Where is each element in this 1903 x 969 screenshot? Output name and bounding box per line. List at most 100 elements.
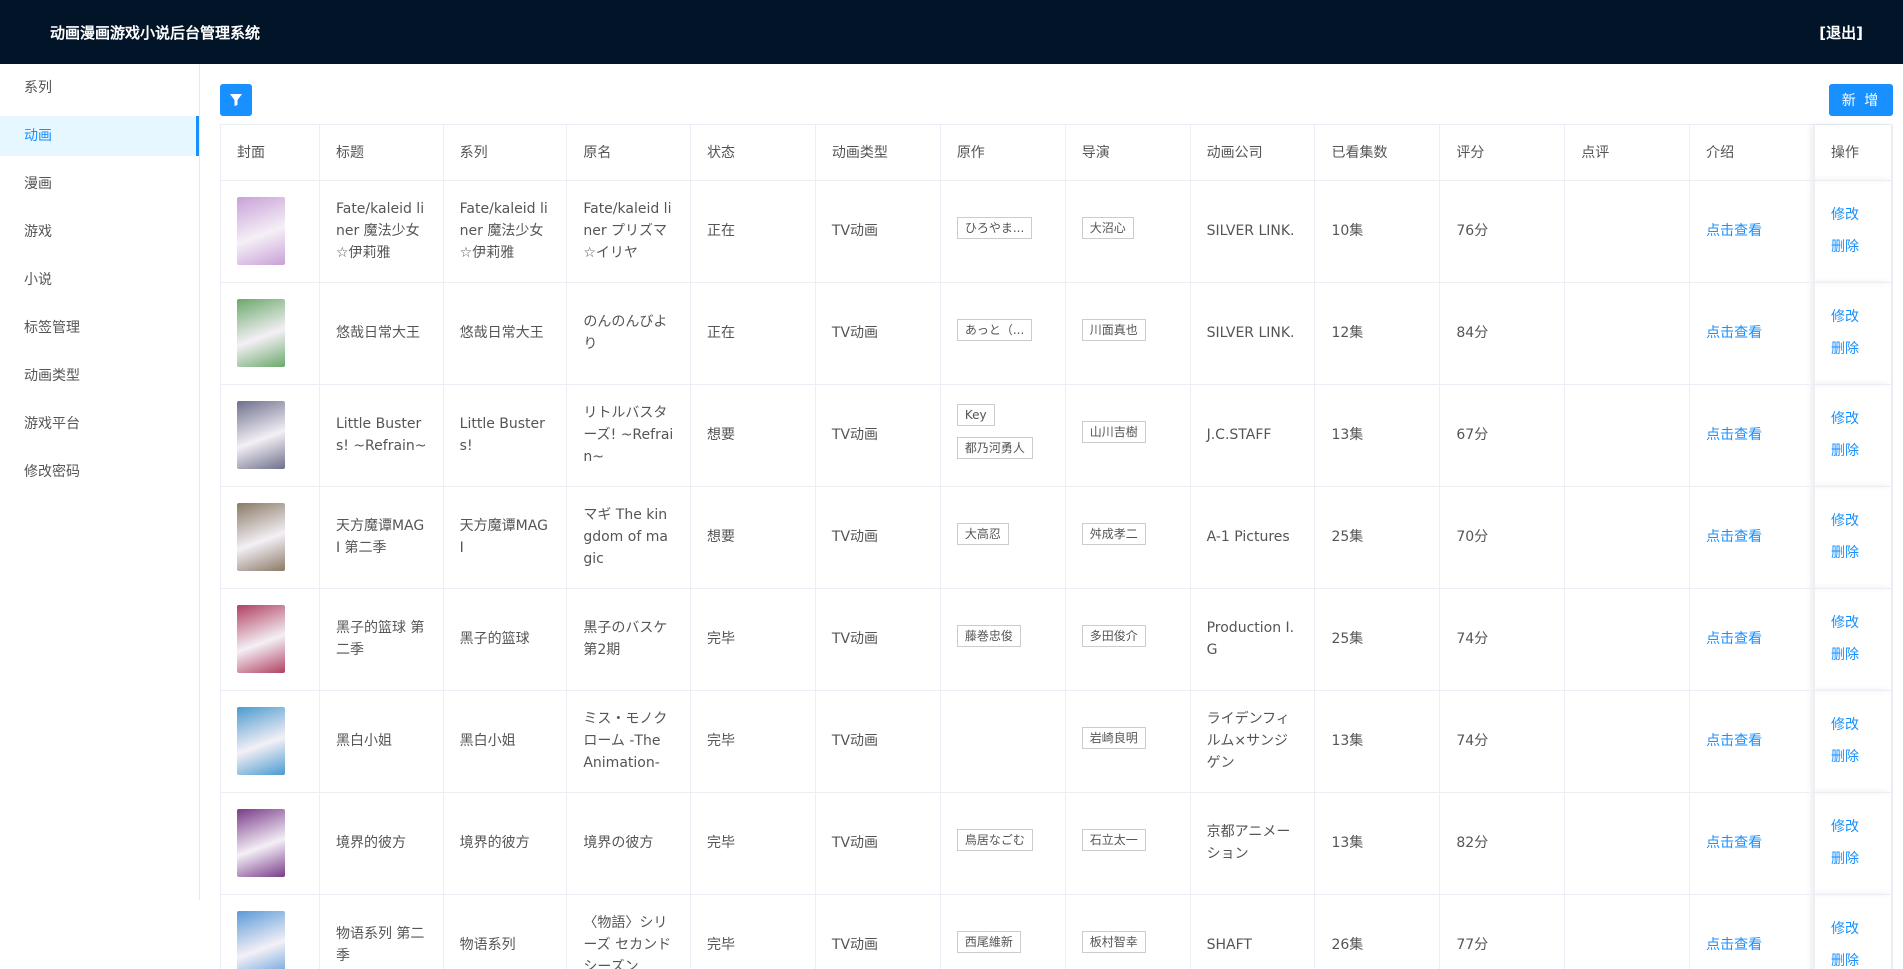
cover-cell — [221, 180, 320, 283]
intro-cell: 点击查看 — [1689, 894, 1816, 969]
operations-cell: 修改 删除 — [1814, 486, 1892, 589]
sidebar-item[interactable]: 小说 — [0, 260, 199, 300]
operations-cell: 修改 删除 — [1814, 384, 1892, 487]
review-cell — [1564, 282, 1691, 385]
status-cell: 完毕 — [690, 894, 816, 969]
studio-cell: SILVER LINK. — [1190, 282, 1316, 385]
sidebar-item[interactable]: 游戏 — [0, 212, 199, 252]
edit-link[interactable]: 修改 — [1831, 199, 1875, 231]
view-intro-link[interactable]: 点击查看 — [1706, 223, 1762, 239]
view-intro-link[interactable]: 点击查看 — [1706, 835, 1762, 851]
edit-link[interactable]: 修改 — [1831, 505, 1875, 537]
column-header: 原作 — [940, 125, 1066, 181]
edit-link[interactable]: 修改 — [1831, 607, 1875, 639]
title-cell: 黑白小姐 — [319, 690, 444, 793]
sidebar-item[interactable]: 动画 — [0, 116, 199, 156]
author-cell: あっと（... — [940, 282, 1066, 385]
director-tag: 山川吉樹 — [1081, 420, 1146, 443]
delete-link[interactable]: 删除 — [1831, 945, 1875, 969]
director-tag: 岩崎良明 — [1081, 726, 1146, 749]
director-tag: 板村智幸 — [1081, 930, 1146, 953]
sidebar-item[interactable]: 标签管理 — [0, 308, 199, 348]
delete-link[interactable]: 删除 — [1831, 537, 1875, 569]
sidebar-item[interactable]: 动画类型 — [0, 356, 199, 396]
table-row: 悠哉日常大王 悠哉日常大王 のんのんびより 正在 TV动画 あっと（... 川面真也 SILV… — [221, 282, 1892, 385]
sidebar: 系列动画漫画游戏小说标签管理动画类型游戏平台修改密码 — [0, 64, 200, 900]
delete-link[interactable]: 删除 — [1831, 639, 1875, 671]
anime-type-cell: TV动画 — [815, 894, 941, 969]
view-intro-link[interactable]: 点击查看 — [1706, 937, 1762, 953]
studio-cell: SILVER LINK. — [1190, 180, 1316, 283]
original-name-cell: Fate/kaleid liner プリズマ☆イリヤ — [566, 180, 692, 283]
author-cell: 鳥居なごむ — [940, 792, 1066, 895]
operations-cell: 修改 删除 — [1814, 180, 1892, 283]
series-cell: 悠哉日常大王 — [443, 282, 568, 385]
director-tag: 川面真也 — [1081, 318, 1146, 341]
score-cell: 74分 — [1439, 690, 1566, 793]
edit-link[interactable]: 修改 — [1831, 913, 1875, 945]
status-cell: 正在 — [690, 282, 816, 385]
author-cell: 西尾維新 — [940, 894, 1066, 969]
studio-cell: SHAFT — [1190, 894, 1316, 969]
delete-link[interactable]: 删除 — [1831, 741, 1875, 773]
author-cell: ひろやま... — [940, 180, 1066, 283]
operations-cell: 修改 删除 — [1814, 588, 1892, 691]
anime-type-cell: TV动画 — [815, 282, 941, 385]
title-cell: Fate/kaleid liner 魔法少女☆伊莉雅 — [319, 180, 444, 283]
intro-cell: 点击查看 — [1689, 282, 1816, 385]
column-header: 动画类型 — [815, 125, 941, 181]
edit-link[interactable]: 修改 — [1831, 709, 1875, 741]
series-cell: Little Busters! — [443, 384, 568, 487]
cover-image — [237, 197, 285, 265]
studio-cell: Production I.G — [1190, 588, 1316, 691]
edit-link[interactable]: 修改 — [1831, 403, 1875, 435]
studio-cell: ライデンフィルム×サンジゲン — [1190, 690, 1316, 793]
series-cell: 黑子的篮球 — [443, 588, 568, 691]
delete-link[interactable]: 删除 — [1831, 843, 1875, 875]
filter-button[interactable] — [220, 84, 252, 116]
column-header: 导演 — [1065, 125, 1191, 181]
review-cell — [1564, 588, 1691, 691]
score-cell: 84分 — [1439, 282, 1566, 385]
view-intro-link[interactable]: 点击查看 — [1706, 325, 1762, 341]
sidebar-item[interactable]: 漫画 — [0, 164, 199, 204]
original-name-cell: マギ The kingdom of magic — [566, 486, 692, 589]
delete-link[interactable]: 删除 — [1831, 333, 1875, 365]
operations-cell: 修改 删除 — [1814, 282, 1892, 385]
view-intro-link[interactable]: 点击查看 — [1706, 631, 1762, 647]
episodes-cell: 26集 — [1314, 894, 1441, 969]
view-intro-link[interactable]: 点击查看 — [1706, 733, 1762, 749]
sidebar-item[interactable]: 游戏平台 — [0, 404, 199, 444]
director-cell: 舛成孝二 — [1065, 486, 1191, 589]
sidebar-item[interactable]: 修改密码 — [0, 452, 199, 492]
author-tag: あっと（... — [956, 318, 1033, 341]
sidebar-item[interactable]: 系列 — [0, 68, 199, 108]
original-name-cell: 黒子のバスケ 第2期 — [566, 588, 692, 691]
director-cell: 石立太一 — [1065, 792, 1191, 895]
delete-link[interactable]: 删除 — [1831, 435, 1875, 467]
title-cell: 境界的彼方 — [319, 792, 444, 895]
logout-link[interactable]: [退出] — [1819, 22, 1863, 43]
director-tag: 石立太一 — [1081, 828, 1146, 851]
episodes-cell: 25集 — [1314, 588, 1441, 691]
edit-link[interactable]: 修改 — [1831, 811, 1875, 843]
view-intro-link[interactable]: 点击查看 — [1706, 529, 1762, 545]
cover-cell — [221, 486, 320, 589]
cover-image — [237, 911, 285, 969]
add-button[interactable]: 新 增 — [1829, 84, 1893, 116]
delete-link[interactable]: 删除 — [1831, 231, 1875, 263]
intro-cell: 点击查看 — [1689, 384, 1816, 487]
score-cell: 76分 — [1439, 180, 1566, 283]
status-cell: 想要 — [690, 384, 816, 487]
app-title: 动画漫画游戏小说后台管理系统 — [50, 23, 261, 42]
edit-link[interactable]: 修改 — [1831, 301, 1875, 333]
author-tag: 西尾維新 — [956, 930, 1021, 953]
view-intro-link[interactable]: 点击查看 — [1706, 427, 1762, 443]
author-tag: Key — [956, 404, 995, 426]
author-cell: Key 都乃河勇人 — [940, 384, 1066, 487]
author-cell: 大高忍 — [940, 486, 1066, 589]
cover-cell — [221, 690, 320, 793]
series-cell: 天方魔谭MAGI — [443, 486, 568, 589]
table-row: Little Busters! ~Refrain~ Little Busters!… — [221, 384, 1892, 487]
series-cell: 物语系列 — [443, 894, 568, 969]
